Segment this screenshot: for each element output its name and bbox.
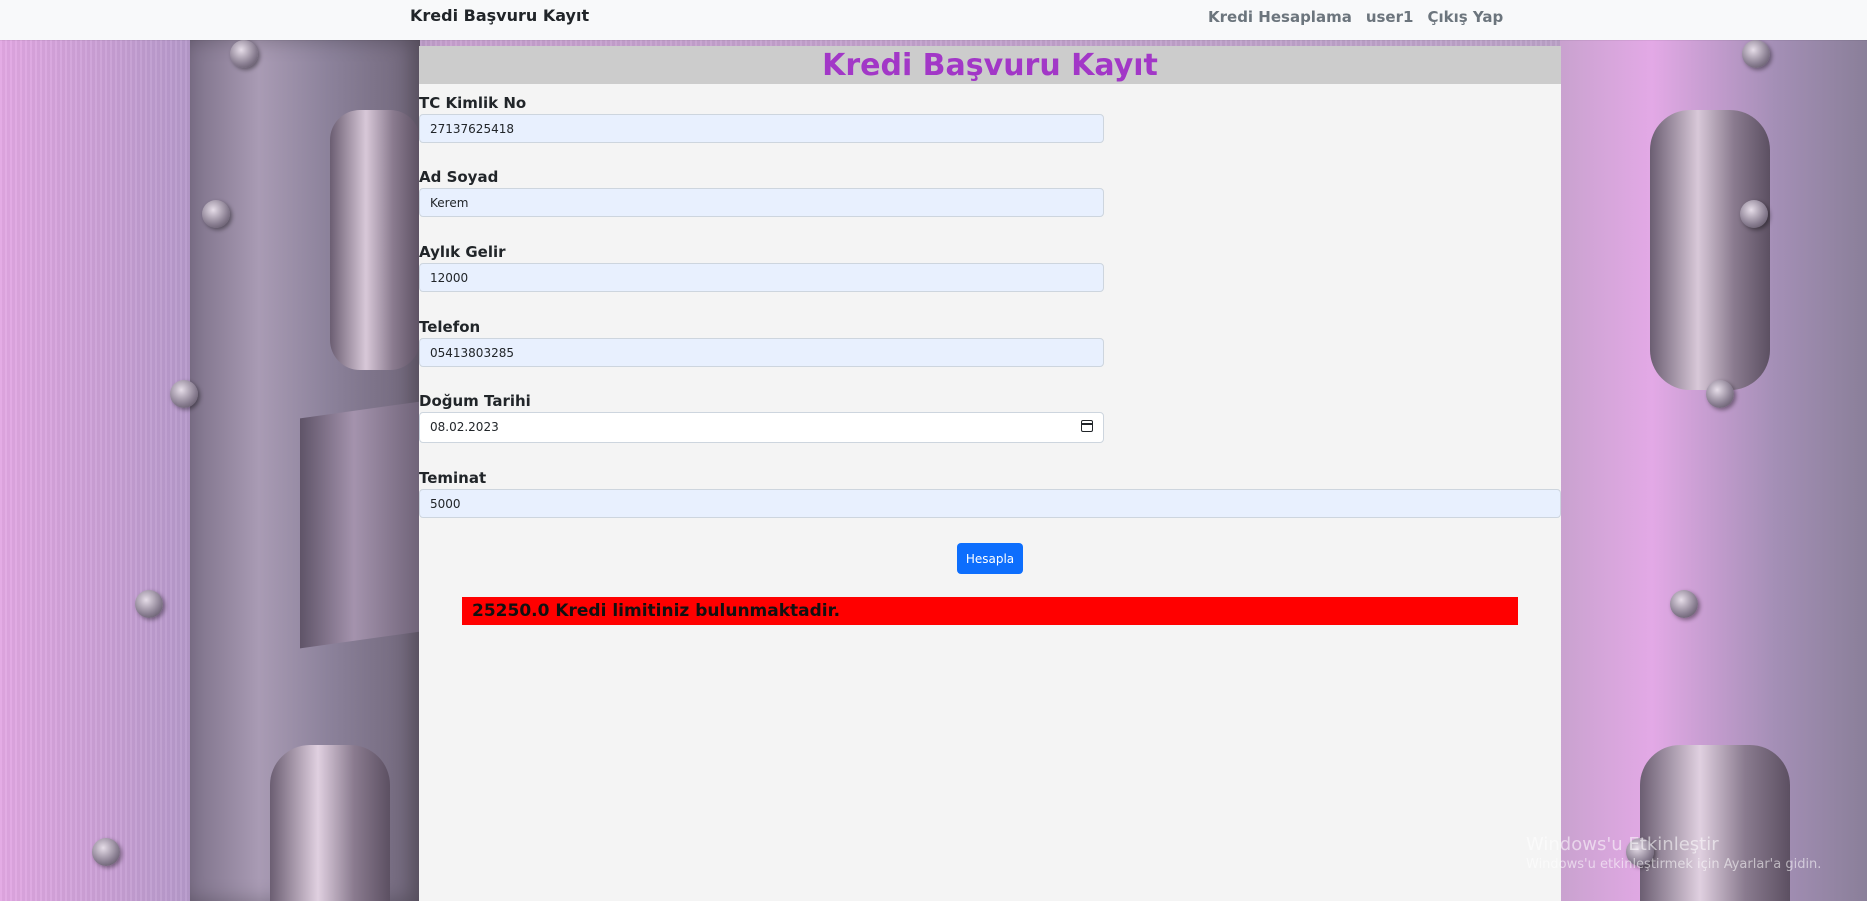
phone-input[interactable] [419, 338, 1104, 367]
nav-link-user[interactable]: user1 [1366, 8, 1414, 26]
bolt-icon [202, 200, 230, 228]
vault-hinge-bottom-right [1640, 745, 1790, 901]
watermark-line-2: Windows'u etkinleştirmek için Ayarlar'a … [1526, 857, 1822, 872]
watermark-line-1: Windows'u Etkinleştir [1526, 834, 1719, 855]
field-income: Aylık Gelir [419, 243, 1104, 292]
page-title: Kredi Başvuru Kayıt [822, 48, 1158, 83]
vault-hinge-top-left [330, 110, 420, 370]
income-label: Aylık Gelir [419, 243, 506, 261]
field-name: Ad Soyad [419, 168, 1104, 217]
navbar-brand[interactable]: Kredi Başvuru Kayıt [410, 6, 589, 25]
bolt-icon [170, 380, 198, 408]
bolt-icon [135, 590, 163, 618]
bolt-icon [92, 838, 120, 866]
collateral-label: Teminat [419, 469, 487, 487]
bolt-icon [1670, 590, 1698, 618]
name-input[interactable] [419, 188, 1104, 217]
bolt-icon [1740, 200, 1768, 228]
name-label: Ad Soyad [419, 168, 499, 186]
nav-link-logout[interactable]: Çıkış Yap [1427, 8, 1503, 26]
vault-hinge-bottom-left [270, 745, 390, 901]
calendar-icon[interactable] [1081, 420, 1093, 432]
top-navbar: Kredi Başvuru Kayıt Kredi Hesaplama user… [0, 0, 1867, 40]
title-bar: Kredi Başvuru Kayıt [419, 46, 1561, 84]
calculate-button[interactable]: Hesapla [957, 543, 1023, 574]
nav-link-kredi-hesaplama[interactable]: Kredi Hesaplama [1208, 8, 1352, 26]
windows-activation-watermark: Windows'u Etkinleştir Windows'u etkinleş… [1526, 834, 1821, 872]
result-message: 25250.0 Kredi limitiniz bulunmaktadir. [462, 597, 1518, 625]
field-tc: TC Kimlik No [419, 94, 1104, 143]
birth-label: Doğum Tarihi [419, 392, 531, 410]
birth-date-input[interactable]: 08.02.2023 [419, 412, 1104, 443]
tc-label: TC Kimlik No [419, 94, 527, 112]
phone-label: Telefon [419, 318, 481, 336]
vault-hinge-top-right [1650, 110, 1770, 390]
bolt-icon [1706, 380, 1734, 408]
birth-date-value: 08.02.2023 [430, 420, 499, 434]
income-input[interactable] [419, 263, 1104, 292]
collateral-input[interactable] [419, 489, 1561, 518]
bolt-icon [230, 40, 258, 68]
tc-input[interactable] [419, 114, 1104, 143]
field-phone: Telefon [419, 318, 1104, 367]
vault-lock-block [300, 401, 420, 649]
form-container: Kredi Başvuru Kayıt TC Kimlik No Ad Soya… [419, 46, 1561, 901]
bolt-icon [1742, 40, 1770, 68]
field-collateral: Teminat [419, 469, 1561, 518]
navbar-links: Kredi Hesaplama user1 Çıkış Yap [1208, 8, 1503, 26]
field-birth: Doğum Tarihi 08.02.2023 [419, 392, 1104, 443]
